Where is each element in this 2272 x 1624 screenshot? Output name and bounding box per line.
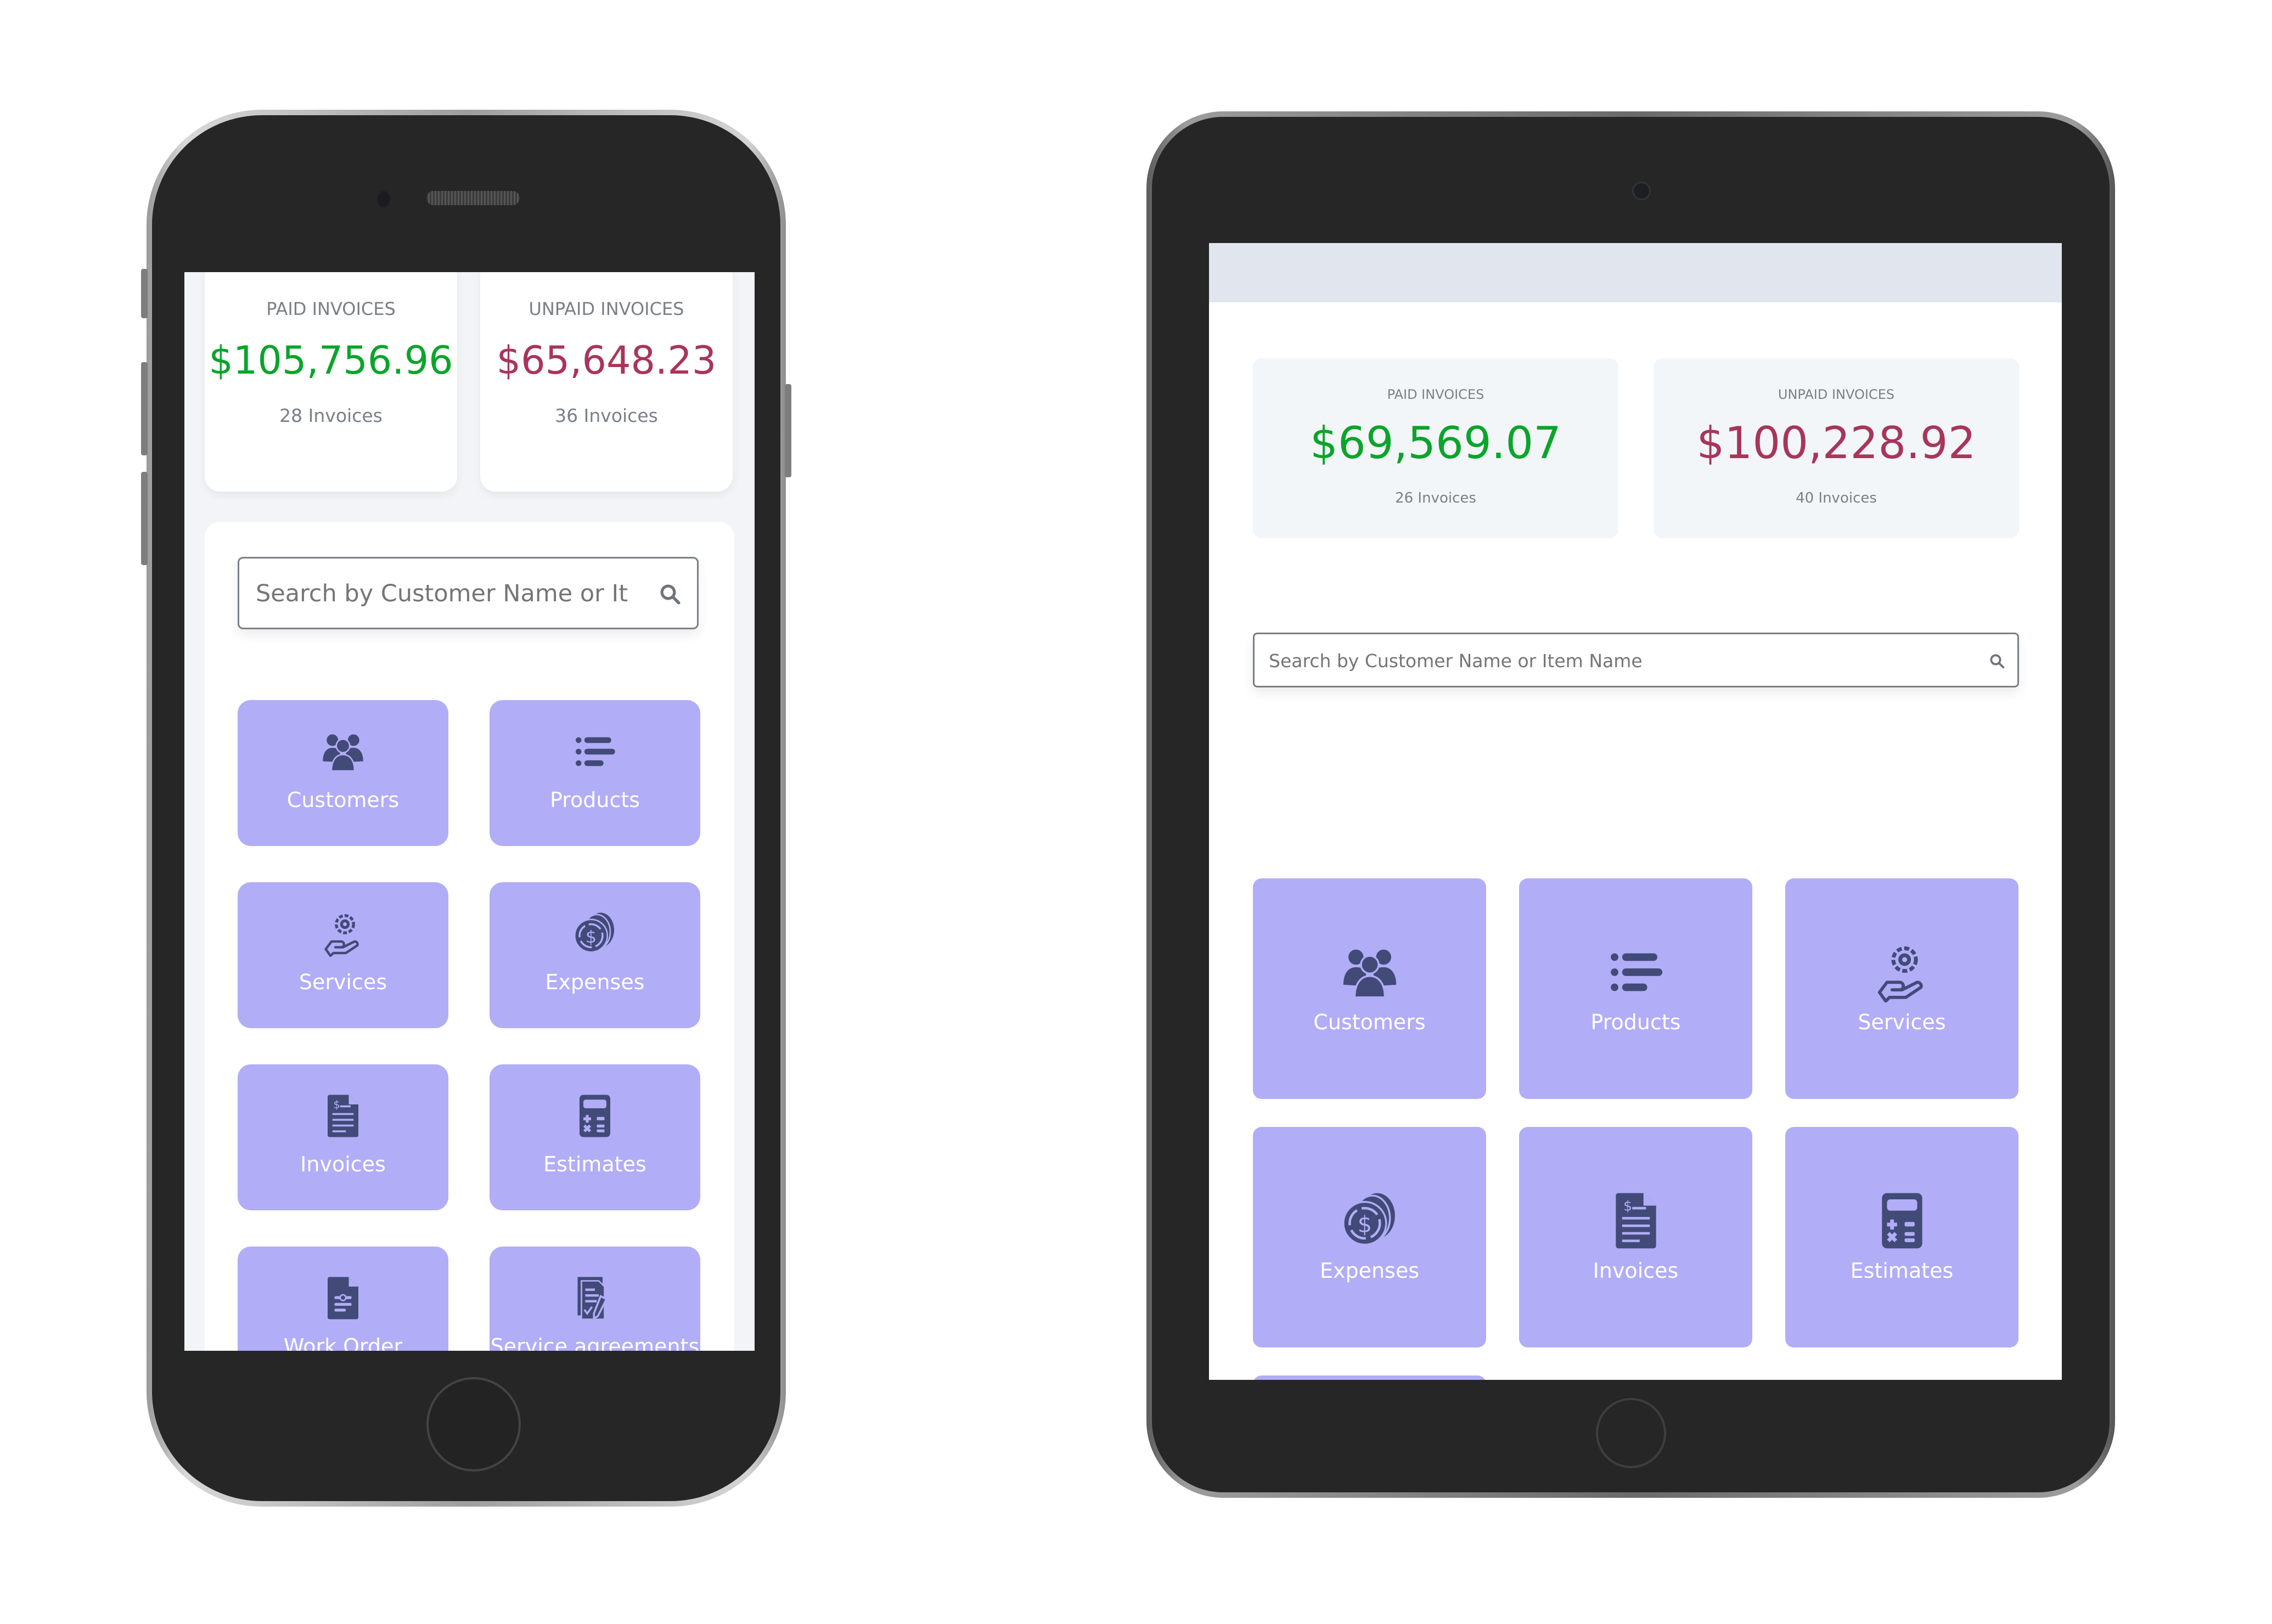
unpaid-invoices-count: 36 Invoices <box>555 405 658 426</box>
paid-invoices-amount: $69,569.07 <box>1309 418 1562 469</box>
tile-label: Customers <box>286 788 400 812</box>
agreement-sign-icon <box>572 1275 618 1321</box>
tile-label: Service agreements <box>490 1334 700 1351</box>
tile-expenses[interactable]: Expenses <box>490 882 700 1028</box>
tile-estimates[interactable]: Estimates <box>1785 1127 2018 1347</box>
tablet-bezel: PAID INVOICES $69,569.07 26 Invoices UNP… <box>1152 117 2110 1492</box>
tablet-camera <box>1632 182 1651 200</box>
tile-label: Invoices <box>1593 1259 1679 1283</box>
tile-estimates[interactable]: Estimates <box>490 1064 700 1210</box>
paid-invoices-amount: $105,756.96 <box>209 338 453 383</box>
paid-invoices-label: PAID INVOICES <box>1387 387 1484 402</box>
phone-device: PAID INVOICES $105,756.96 28 Invoices UN… <box>141 110 791 1507</box>
work-order-icon <box>320 1275 366 1321</box>
paid-invoices-count: 26 Invoices <box>1395 490 1476 506</box>
search-input[interactable] <box>255 559 630 629</box>
tablet-home-button[interactable] <box>1596 1398 1666 1468</box>
tablet-device: PAID INVOICES $69,569.07 26 Invoices UNP… <box>1146 111 2115 1498</box>
tile-label: Expenses <box>1319 1259 1420 1283</box>
tile-products[interactable]: Products <box>1519 878 1752 1099</box>
phone-home-button[interactable] <box>426 1377 521 1471</box>
tile-products[interactable]: Products <box>490 700 700 846</box>
main-panel: Customers Products Services Expenses Inv… <box>205 522 734 1351</box>
list-icon <box>572 729 618 775</box>
tile-label: Work Order <box>283 1334 403 1351</box>
list-icon <box>1606 942 1666 1002</box>
paid-invoices-card[interactable]: PAID INVOICES $105,756.96 28 Invoices <box>205 272 457 492</box>
tablet-screen: PAID INVOICES $69,569.07 26 Invoices UNP… <box>1209 243 2062 1380</box>
coins-icon <box>572 911 618 957</box>
tile-service-agreements[interactable]: Service agreements <box>490 1247 700 1351</box>
search-icon[interactable] <box>659 583 682 606</box>
paid-invoices-count: 28 Invoices <box>279 405 383 426</box>
calculator-icon <box>572 1093 618 1139</box>
paid-invoices-card[interactable]: PAID INVOICES $69,569.07 26 Invoices <box>1253 358 1618 538</box>
service-hand-gear-icon <box>1872 942 1932 1002</box>
unpaid-invoices-card[interactable]: UNPAID INVOICES $65,648.23 36 Invoices <box>480 272 733 492</box>
invoice-summary: PAID INVOICES $105,756.96 28 Invoices UN… <box>205 272 734 492</box>
tile-label: Services <box>1858 1010 1946 1034</box>
coins-icon <box>1340 1191 1400 1251</box>
paid-invoices-label: PAID INVOICES <box>266 298 396 319</box>
phone-mute-switch <box>141 269 148 318</box>
search-icon[interactable] <box>1989 653 2005 669</box>
calculator-icon <box>1872 1191 1932 1251</box>
search-box <box>238 557 699 629</box>
tile-customers[interactable]: Customers <box>1253 878 1486 1099</box>
service-hand-gear-icon <box>320 911 366 957</box>
tile-label: Invoices <box>300 1152 386 1176</box>
unpaid-invoices-label: UNPAID INVOICES <box>528 298 684 319</box>
phone-volume-down <box>141 472 148 565</box>
phone-bezel: PAID INVOICES $105,756.96 28 Invoices UN… <box>152 115 780 1501</box>
invoice-icon <box>1606 1191 1666 1251</box>
unpaid-invoices-card[interactable]: UNPAID INVOICES $100,228.92 40 Invoices <box>1654 358 2019 538</box>
top-bar <box>1209 243 2062 302</box>
phone-volume-up <box>141 362 148 455</box>
tile-settings[interactable] <box>1253 1375 1486 1380</box>
tile-label: Customers <box>1313 1010 1426 1034</box>
tile-services[interactable]: Services <box>1785 878 2018 1099</box>
users-icon <box>320 729 366 775</box>
tile-label: Expenses <box>545 970 645 994</box>
unpaid-invoices-count: 40 Invoices <box>1796 490 1877 506</box>
tile-services[interactable]: Services <box>238 882 448 1028</box>
tile-invoices[interactable]: Invoices <box>1519 1127 1752 1347</box>
tile-label: Products <box>1590 1010 1681 1034</box>
tile-label: Estimates <box>1850 1259 1954 1283</box>
invoice-icon <box>320 1093 366 1139</box>
tile-label: Estimates <box>543 1152 646 1176</box>
tile-work-order[interactable]: Work Order <box>238 1247 448 1351</box>
unpaid-invoices-amount: $100,228.92 <box>1696 418 1976 469</box>
search-box <box>1253 633 2019 687</box>
tile-customers[interactable]: Customers <box>238 700 448 846</box>
unpaid-invoices-label: UNPAID INVOICES <box>1778 387 1895 402</box>
tile-label: Products <box>549 788 640 812</box>
phone-camera <box>376 190 391 208</box>
tile-expenses[interactable]: Expenses <box>1253 1127 1486 1347</box>
phone-screen: PAID INVOICES $105,756.96 28 Invoices UN… <box>184 272 755 1351</box>
phone-power-button <box>785 384 791 477</box>
tile-label: Services <box>299 970 387 994</box>
users-icon <box>1340 942 1400 1002</box>
unpaid-invoices-amount: $65,648.23 <box>496 338 717 383</box>
tile-invoices[interactable]: Invoices <box>238 1064 448 1210</box>
search-input[interactable] <box>1268 634 1928 687</box>
phone-speaker <box>426 191 520 205</box>
